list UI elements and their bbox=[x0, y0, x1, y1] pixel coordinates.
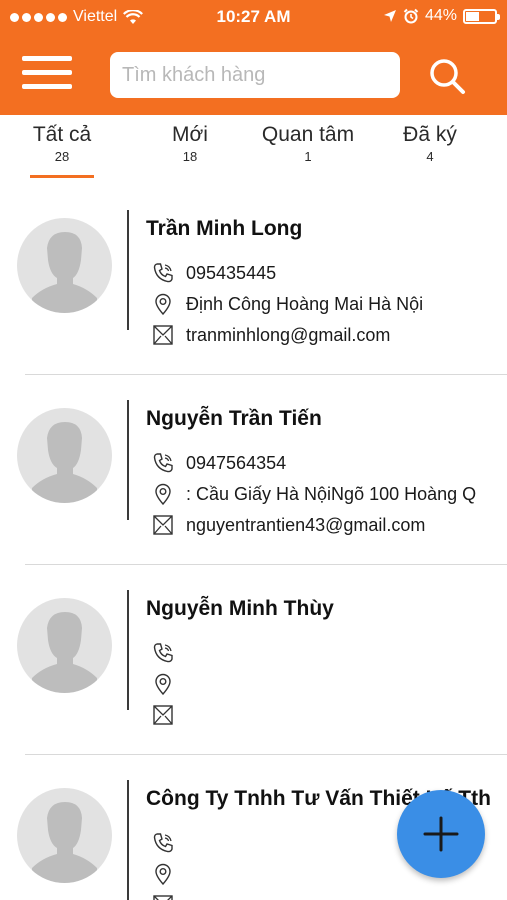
mail-icon bbox=[153, 705, 173, 725]
divider bbox=[127, 400, 129, 520]
email-row[interactable]: tranminhlong@gmail.com bbox=[152, 322, 496, 348]
divider bbox=[127, 780, 129, 900]
tab-label: Tất cả bbox=[32, 123, 92, 146]
tab-label: Mới bbox=[172, 123, 208, 146]
tab-label: Quan tâm bbox=[261, 123, 355, 146]
phone-text: 095435445 bbox=[186, 262, 277, 283]
location-pin-icon bbox=[155, 483, 171, 505]
person-placeholder-icon bbox=[32, 802, 97, 883]
tab-interested[interactable]: Quan tâm 1 bbox=[252, 123, 364, 164]
divider bbox=[127, 590, 129, 710]
customer-card[interactable]: Nguyễn Minh Thùy bbox=[0, 565, 507, 755]
status-right: 44% bbox=[383, 7, 500, 25]
tab-new[interactable]: Mới 18 bbox=[160, 123, 220, 164]
search-icon bbox=[430, 59, 465, 94]
app-header: Viettel 10:27 AM 44% bbox=[0, 0, 507, 115]
add-customer-button[interactable] bbox=[397, 790, 485, 878]
search-button[interactable] bbox=[425, 54, 469, 98]
divider bbox=[127, 210, 129, 330]
mail-icon bbox=[153, 895, 173, 900]
tab-label: Đã ký bbox=[403, 123, 457, 146]
person-placeholder-icon bbox=[32, 422, 97, 503]
address-row[interactable]: : Cầu Giấy Hà NộiNgõ 100 Hoàng Q bbox=[152, 481, 496, 507]
battery-icon bbox=[463, 8, 500, 24]
person-placeholder-icon bbox=[32, 232, 97, 313]
status-bar: Viettel 10:27 AM 44% bbox=[0, 0, 507, 36]
mail-icon bbox=[153, 515, 173, 535]
email-row[interactable] bbox=[152, 892, 496, 900]
location-arrow-icon bbox=[383, 10, 396, 22]
customer-name: Trần Minh Long bbox=[146, 217, 303, 240]
phone-row[interactable]: 0947564354 bbox=[152, 450, 496, 476]
alarm-icon bbox=[403, 8, 419, 24]
tab-count: 18 bbox=[182, 149, 198, 164]
customer-name: Nguyễn Trần Tiến bbox=[146, 407, 322, 430]
avatar bbox=[17, 218, 112, 313]
customer-card[interactable]: Nguyễn Trần Tiến 0947564354 : Cầu Giấy H… bbox=[0, 375, 507, 565]
search-input[interactable] bbox=[122, 52, 390, 98]
email-text: nguyentrantien43@gmail.com bbox=[186, 514, 426, 535]
tab-count: 1 bbox=[304, 149, 312, 164]
plus-icon bbox=[423, 816, 459, 852]
mail-icon bbox=[153, 325, 173, 345]
phone-row[interactable]: 095435445 bbox=[152, 260, 496, 286]
address-text: : Cầu Giấy Hà NộiNgõ 100 Hoàng Q bbox=[186, 483, 477, 504]
phone-icon bbox=[153, 263, 173, 283]
location-pin-icon bbox=[155, 673, 171, 695]
tab-signed[interactable]: Đã ký 4 bbox=[392, 123, 468, 164]
phone-icon bbox=[153, 453, 173, 473]
search-bar[interactable] bbox=[110, 52, 400, 98]
menu-button[interactable] bbox=[22, 56, 74, 92]
customer-card[interactable]: Trần Minh Long 095435445 Định Công Hoàng… bbox=[0, 185, 507, 375]
avatar bbox=[17, 788, 112, 883]
email-row[interactable]: nguyentrantien43@gmail.com bbox=[152, 512, 496, 538]
location-pin-icon bbox=[155, 293, 171, 315]
location-pin-icon bbox=[155, 863, 171, 885]
address-text: Định Công Hoàng Mai Hà Nội bbox=[186, 293, 424, 314]
avatar bbox=[17, 598, 112, 693]
tab-count: 4 bbox=[426, 149, 434, 164]
person-placeholder-icon bbox=[32, 612, 97, 693]
phone-icon bbox=[153, 833, 173, 853]
avatar bbox=[17, 408, 112, 503]
phone-row[interactable] bbox=[152, 640, 496, 666]
phone-icon bbox=[153, 643, 173, 663]
phone-text: 0947564354 bbox=[186, 452, 287, 473]
customer-name: Nguyễn Minh Thùy bbox=[146, 597, 334, 620]
active-tab-indicator bbox=[30, 175, 94, 178]
filter-tabs: Tất cả 28 Mới 18 Quan tâm 1 Đã ký 4 bbox=[0, 115, 507, 185]
email-text: tranminhlong@gmail.com bbox=[186, 324, 391, 345]
address-row[interactable] bbox=[152, 671, 496, 697]
address-row[interactable]: Định Công Hoàng Mai Hà Nội bbox=[152, 291, 496, 317]
tab-all[interactable]: Tất cả 28 bbox=[26, 123, 98, 164]
tab-count: 28 bbox=[54, 149, 70, 164]
email-row[interactable] bbox=[152, 702, 496, 728]
battery-percent: 44% bbox=[424, 7, 457, 24]
